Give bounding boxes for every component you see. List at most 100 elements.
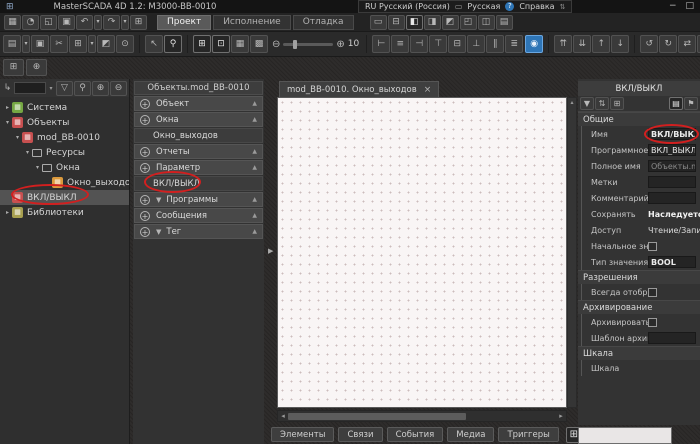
- distribute-h-icon[interactable]: ∥: [486, 35, 504, 53]
- category-row-object[interactable]: +Объект▲: [134, 96, 263, 111]
- paste-icon[interactable]: ▤: [3, 35, 21, 53]
- tree-item-on-off[interactable]: ▦ВКЛ/ВЫКЛ: [0, 190, 129, 205]
- help-icon[interactable]: ?: [505, 2, 514, 11]
- restore-button[interactable]: □: [685, 1, 694, 11]
- palette-tab-4[interactable]: Триггеры: [498, 427, 558, 442]
- canvas-vscrollbar[interactable]: ▴: [567, 97, 577, 408]
- category-row-reports[interactable]: +Отчеты▲: [134, 144, 263, 159]
- canvas-hscrollbar[interactable]: ◂ ▸: [277, 410, 567, 422]
- prop-checkbox-initial-value[interactable]: [648, 242, 657, 251]
- design-canvas[interactable]: [277, 97, 567, 408]
- item-row-on-off[interactable]: ВКЛ/ВЫКЛ: [134, 176, 263, 191]
- align-left-icon[interactable]: ⊢: [372, 35, 390, 53]
- main-tab-0[interactable]: Проект: [157, 15, 211, 30]
- add-icon[interactable]: +: [140, 99, 150, 109]
- section-header-archiving[interactable]: Архивирование: [578, 300, 700, 314]
- tree-item-libraries[interactable]: ▸▦Библиотеки: [0, 205, 129, 220]
- attach-left-icon[interactable]: ◫: [478, 15, 495, 30]
- zoom-in-icon[interactable]: ⊕: [336, 39, 344, 50]
- copy-icon[interactable]: ▣: [31, 35, 49, 53]
- grid-step-icon[interactable]: ▦: [231, 35, 249, 53]
- rotate-right-icon[interactable]: ↻: [659, 35, 677, 53]
- tree-item-resources[interactable]: ▾Ресурсы: [0, 145, 129, 160]
- collapse-icon[interactable]: ▲: [252, 196, 257, 203]
- add-icon[interactable]: +: [140, 163, 150, 173]
- redo-icon[interactable]: ↷: [103, 15, 120, 30]
- main-tab-1[interactable]: Исполнение: [213, 15, 291, 30]
- align-center-icon[interactable]: ≡: [391, 35, 409, 53]
- prop-field-archive-template[interactable]: [648, 332, 696, 344]
- scroll-left-icon[interactable]: ◂: [278, 412, 288, 420]
- paste-menu-icon[interactable]: ▾: [22, 35, 30, 53]
- add-element-icon[interactable]: ⊞: [3, 59, 24, 76]
- search-prev-icon[interactable]: ⊖: [110, 81, 127, 96]
- add-icon[interactable]: +: [140, 211, 150, 221]
- undo-menu-icon[interactable]: ▾: [94, 15, 102, 30]
- zoom-out-icon[interactable]: ⊖: [272, 39, 280, 50]
- prop-field-comment[interactable]: [648, 192, 696, 204]
- collapse-icon[interactable]: ▲: [252, 148, 257, 155]
- collapse-icon[interactable]: ▲: [252, 100, 257, 107]
- prop-checkbox-always-show[interactable]: [648, 288, 657, 297]
- tree-item-system[interactable]: ▸▦Система: [0, 100, 129, 115]
- add-icon[interactable]: +: [140, 195, 150, 205]
- expander-icon[interactable]: ▾: [23, 149, 32, 156]
- select-same-icon[interactable]: ◩: [97, 35, 115, 53]
- add-icon[interactable]: +: [140, 227, 150, 237]
- palette-tab-1[interactable]: Связи: [338, 427, 382, 442]
- palette-tab-3[interactable]: Медиа: [447, 427, 494, 442]
- dock-split-icon[interactable]: ◩: [442, 15, 459, 30]
- rotate-left-icon[interactable]: ↺: [640, 35, 658, 53]
- collapse-icon[interactable]: ▲: [252, 116, 257, 123]
- dock-left-icon[interactable]: ◧: [406, 15, 423, 30]
- send-backward-icon[interactable]: ↓: [611, 35, 629, 53]
- help-label[interactable]: Справка: [519, 2, 554, 11]
- grid-show-icon[interactable]: ⊞: [193, 35, 211, 53]
- filter-icon[interactable]: ▽: [56, 81, 73, 96]
- section-header-permissions[interactable]: Разрешения: [578, 270, 700, 284]
- main-tab-2[interactable]: Отладка: [293, 15, 354, 30]
- expander-icon[interactable]: ▾: [3, 119, 12, 126]
- zoom-tool-icon[interactable]: ⚲: [164, 35, 182, 53]
- category-row-parameter[interactable]: +Параметр▲: [134, 160, 263, 175]
- bring-front-icon[interactable]: ⇈: [554, 35, 572, 53]
- palette-tab-2[interactable]: События: [387, 427, 444, 442]
- dock-bottom-icon[interactable]: ⊟: [388, 15, 405, 30]
- keyboard-layout-label[interactable]: Русская: [467, 2, 500, 11]
- collapse-icon[interactable]: ▲: [252, 164, 257, 171]
- duplicate-menu-icon[interactable]: ▾: [88, 35, 96, 53]
- tree-item-mod-bb-0010[interactable]: ▾▦mod_BB-0010: [0, 130, 129, 145]
- category-row-messages[interactable]: +Сообщения▲: [134, 208, 263, 223]
- grid-snap-icon[interactable]: ⊡: [212, 35, 230, 53]
- align-right-icon[interactable]: ⊣: [410, 35, 428, 53]
- align-top-icon[interactable]: ⊤: [429, 35, 447, 53]
- item-row-output-window[interactable]: Окно_выходов: [134, 128, 263, 143]
- prop-field-labels[interactable]: [648, 176, 696, 188]
- palette-tab-0[interactable]: Элементы: [271, 427, 334, 442]
- align-middle-icon[interactable]: ⊟: [448, 35, 466, 53]
- tree-item-objects[interactable]: ▾▦Объекты: [0, 115, 129, 130]
- search-icon[interactable]: ⚲: [74, 81, 91, 96]
- cut-icon[interactable]: ✂: [50, 35, 68, 53]
- collapse-icon[interactable]: ▲: [252, 228, 257, 235]
- duplicate-icon[interactable]: ⊞: [69, 35, 87, 53]
- sort-properties-icon[interactable]: ⇅: [595, 97, 609, 110]
- scroll-right-icon[interactable]: ▸: [556, 412, 566, 420]
- flip-h-icon[interactable]: ⇄: [678, 35, 696, 53]
- prop-checkbox-archive[interactable]: [648, 318, 657, 327]
- view-categories-icon[interactable]: ▤: [669, 97, 683, 110]
- expand-sections-icon[interactable]: ⊞: [610, 97, 624, 110]
- send-back-icon[interactable]: ⇊: [573, 35, 591, 53]
- view-flags-icon[interactable]: ⚑: [684, 97, 698, 110]
- tree-item-output-window[interactable]: ▦Окно_выходов: [0, 175, 129, 190]
- section-header-scale[interactable]: Шкала: [578, 346, 700, 360]
- dock-right-icon[interactable]: ◨: [424, 15, 441, 30]
- search-dropdown-icon[interactable]: ▾: [47, 85, 55, 92]
- tree-item-windows[interactable]: ▾Окна: [0, 160, 129, 175]
- scroll-up-icon[interactable]: ▴: [570, 99, 573, 106]
- add-icon[interactable]: +: [140, 115, 150, 125]
- fit-frame-icon[interactable]: ▭: [370, 15, 387, 30]
- view-settings-icon[interactable]: ▦: [4, 15, 21, 30]
- select-linked-icon[interactable]: ⊙: [116, 35, 134, 53]
- redo-menu-icon[interactable]: ▾: [121, 15, 129, 30]
